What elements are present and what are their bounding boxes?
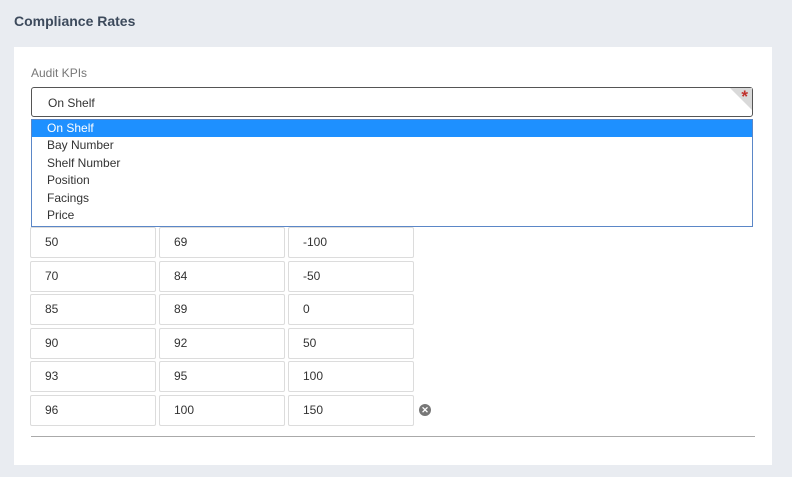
rate-from-input[interactable]: 96 xyxy=(30,394,156,426)
rate-row: 93 95 100 xyxy=(30,361,450,392)
rate-from-input[interactable]: 85 xyxy=(30,294,156,325)
rate-to-input[interactable]: 69 xyxy=(159,227,285,258)
dropdown-option-shelf-number[interactable]: Shelf Number xyxy=(32,155,752,172)
close-circle-icon[interactable]: ✕ xyxy=(419,403,431,416)
audit-kpis-label: Audit KPIs xyxy=(31,66,88,80)
rate-row: 85 89 0 xyxy=(30,294,450,325)
rate-row: 90 92 50 xyxy=(30,327,450,359)
rate-score-input[interactable]: 100 xyxy=(288,361,414,392)
rate-to-input[interactable]: 84 xyxy=(159,260,285,292)
rate-from-input[interactable]: 70 xyxy=(30,260,156,292)
rate-to-input[interactable]: 92 xyxy=(159,327,285,359)
dropdown-option-facings[interactable]: Facings xyxy=(32,190,752,207)
audit-kpis-selected-value: On Shelf xyxy=(48,96,95,110)
audit-kpis-dropdown-list: On Shelf Bay Number Shelf Number Positio… xyxy=(31,119,753,227)
rate-to-input[interactable]: 95 xyxy=(159,361,285,392)
rate-score-input[interactable]: -50 xyxy=(288,260,414,292)
rate-score-input[interactable]: 150 xyxy=(288,394,414,426)
rate-from-input[interactable]: 93 xyxy=(30,361,156,392)
rate-score-input[interactable]: -100 xyxy=(288,227,414,258)
required-asterisk-icon: * xyxy=(741,87,748,106)
rate-row: 50 69 -100 xyxy=(30,227,450,258)
rate-from-input[interactable]: 50 xyxy=(30,227,156,258)
compliance-panel: Audit KPIs On Shelf * On Shelf Bay Numbe… xyxy=(14,47,772,465)
dropdown-option-price[interactable]: Price xyxy=(32,207,752,224)
rate-to-input[interactable]: 100 xyxy=(159,394,285,426)
dropdown-option-position[interactable]: Position xyxy=(32,172,752,189)
rate-to-input[interactable]: 89 xyxy=(159,294,285,325)
rate-row: 96 100 150 ✕ xyxy=(30,394,450,426)
divider xyxy=(31,436,755,437)
rate-score-input[interactable]: 50 xyxy=(288,327,414,359)
page-title: Compliance Rates xyxy=(14,13,136,29)
rate-from-input[interactable]: 90 xyxy=(30,327,156,359)
dropdown-option-bay-number[interactable]: Bay Number xyxy=(32,137,752,154)
dropdown-option-on-shelf[interactable]: On Shelf xyxy=(32,120,752,138)
rate-score-input[interactable]: 0 xyxy=(288,294,414,325)
rate-row: 70 84 -50 xyxy=(30,260,450,292)
audit-kpis-select[interactable]: On Shelf * xyxy=(31,87,753,117)
